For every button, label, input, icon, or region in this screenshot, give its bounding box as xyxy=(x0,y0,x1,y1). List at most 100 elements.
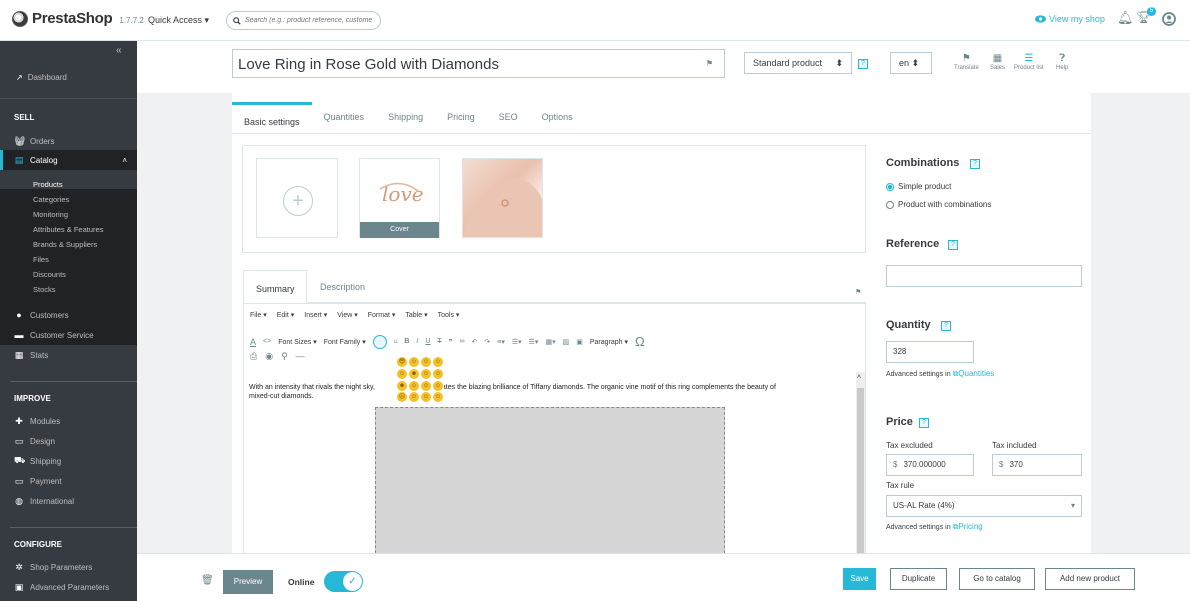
sidebar-item-design[interactable]: ▭ Design xyxy=(0,431,137,451)
paragraph-dropdown[interactable]: Paragraph ▾ xyxy=(590,338,628,346)
emoji-picker[interactable]: 😎︎ ☺︎ ☺︎ ☺︎ ☺︎ ☻ ☺︎ ☺︎ ☻ ☺︎ ☺︎ ☺︎ ☹︎ ☺︎ ☺︎ ☺︎ xyxy=(396,356,444,404)
emoji-smile[interactable]: ☺︎ xyxy=(421,357,431,367)
online-toggle[interactable]: ✓ xyxy=(324,571,363,592)
blockquote-icon[interactable]: ❞ xyxy=(449,338,453,346)
strikethrough-icon[interactable]: T xyxy=(437,338,441,345)
sidebar-subitem-products[interactable]: Products xyxy=(33,180,63,189)
media-icon[interactable]: ▣ xyxy=(576,338,583,346)
tax-rule-select[interactable]: US-AL Rate (4%) ▾ xyxy=(886,495,1082,517)
radio-simple-product[interactable]: Simple product xyxy=(886,182,951,191)
emoji-smile[interactable]: ☺︎ xyxy=(421,368,431,379)
search-input[interactable] xyxy=(245,17,375,24)
tab-pricing[interactable]: Pricing xyxy=(435,102,487,132)
emoji-smile[interactable]: ☺︎ xyxy=(409,392,419,403)
help-icon[interactable]: ? xyxy=(948,240,958,250)
preview-icon[interactable]: ◉ xyxy=(265,351,273,362)
pricing-link[interactable]: ⧉Pricing xyxy=(953,522,983,531)
product-list-button[interactable]: ☰ Product list xyxy=(1014,53,1044,71)
price-tax-excluded-input[interactable]: $370.000000 xyxy=(886,454,974,476)
sidebar-subitem-stocks[interactable]: Stocks xyxy=(33,285,56,294)
emoji-wink[interactable]: ☺︎ xyxy=(409,380,419,391)
search-box[interactable] xyxy=(226,11,381,30)
add-image-icon[interactable]: + xyxy=(283,186,313,216)
tab-quantities[interactable]: Quantities xyxy=(312,102,377,132)
emoji-tongue[interactable]: ☺︎ xyxy=(433,380,443,391)
sidebar-subitem-files[interactable]: Files xyxy=(33,255,49,264)
bell-icon[interactable]: 🔔︎ xyxy=(1117,10,1134,26)
find-replace-icon[interactable]: ⚲ xyxy=(281,351,288,362)
text-color-icon[interactable]: A xyxy=(250,337,256,347)
special-character-icon[interactable]: Ω xyxy=(635,334,645,349)
tab-shipping[interactable]: Shipping xyxy=(376,102,435,132)
emoji-happy[interactable]: ☺︎ xyxy=(433,392,443,403)
translate-flag-icon[interactable]: ⚑ xyxy=(706,59,713,68)
sidebar-item-modules[interactable]: ✚ Modules xyxy=(0,411,137,431)
tab-description[interactable]: Description xyxy=(320,282,365,292)
bold-icon[interactable]: B xyxy=(404,338,409,345)
help-icon[interactable]: ? xyxy=(919,418,929,428)
source-code-icon[interactable]: <> xyxy=(263,338,271,345)
emoji-laugh[interactable]: ☻ xyxy=(397,380,407,391)
sidebar-item-shipping[interactable]: ⛟ Shipping xyxy=(0,451,137,471)
product-type-select[interactable]: Standard product ⬍ xyxy=(744,52,852,74)
editor-content[interactable]: With an intensity that rivals the night … xyxy=(249,383,849,401)
menu-view[interactable]: View ▾ xyxy=(337,311,358,319)
sidebar-subitem-monitoring[interactable]: Monitoring xyxy=(33,210,68,219)
add-new-product-button[interactable]: Add new product xyxy=(1045,568,1135,590)
sidebar-item-shop-parameters[interactable]: ✲ Shop Parameters xyxy=(0,557,137,577)
emoji-smile[interactable]: ☺︎ xyxy=(421,392,431,403)
emoji-smile[interactable]: ☺︎ xyxy=(433,357,443,367)
price-tax-included-input[interactable]: $370 xyxy=(992,454,1082,476)
language-select[interactable]: en ⬍ xyxy=(890,52,932,74)
duplicate-button[interactable]: Duplicate xyxy=(890,568,947,590)
emoticons-icon[interactable] xyxy=(372,334,387,349)
emoji-surprised[interactable]: ☺︎ xyxy=(421,380,431,391)
table-icon[interactable]: ▦▾ xyxy=(545,338,555,346)
preview-button[interactable]: Preview xyxy=(223,570,273,594)
help-icon[interactable]: ? xyxy=(941,321,951,331)
emoji-sad[interactable]: ☹︎ xyxy=(397,392,407,403)
image-icon[interactable]: ▨ xyxy=(563,338,570,346)
sidebar-item-dashboard[interactable]: ↗ Dashboard xyxy=(0,57,137,99)
view-my-shop-link[interactable]: View my shop xyxy=(1035,14,1105,24)
sidebar-item-catalog[interactable]: ▤ Catalog ˄ xyxy=(0,150,137,170)
menu-edit[interactable]: Edit ▾ xyxy=(277,311,295,319)
product-name-input[interactable]: Love Ring in Rose Gold with Diamonds ⚑ xyxy=(232,49,725,78)
editor-scrollbar[interactable]: ˄ xyxy=(856,372,865,563)
quick-access-dropdown[interactable]: Quick Access ▾ xyxy=(148,15,209,26)
menu-file[interactable]: File ▾ xyxy=(250,311,267,319)
collapse-sidebar-icon[interactable]: « xyxy=(116,45,122,56)
emoji-smile[interactable]: ☺︎ xyxy=(433,368,443,379)
translate-button[interactable]: ⚑ Translate xyxy=(954,53,979,71)
sidebar-item-customers[interactable]: ● Customers xyxy=(0,305,137,325)
sidebar-subitem-discounts[interactable]: Discounts xyxy=(33,270,66,279)
sales-button[interactable]: ▦ Sales xyxy=(990,53,1005,71)
emoji-cool[interactable]: 😎︎ xyxy=(397,357,407,367)
tab-basic-settings[interactable]: Basic settings xyxy=(232,102,312,132)
sidebar-item-advanced-parameters[interactable]: ▣ Advanced Parameters xyxy=(0,577,137,597)
help-button[interactable]: ❓︎ Help xyxy=(1056,53,1068,71)
sidebar-item-customer-service[interactable]: ▬ Customer Service xyxy=(0,325,137,345)
sidebar-subitem-brands[interactable]: Brands & Suppliers xyxy=(33,240,97,249)
user-avatar-icon[interactable] xyxy=(1162,12,1176,26)
font-sizes-dropdown[interactable]: Font Sizes ▾ xyxy=(278,338,317,346)
sidebar-item-stats[interactable]: ▦ Stats xyxy=(0,345,137,365)
sidebar-item-international[interactable]: ◍ International xyxy=(0,491,137,511)
help-icon[interactable]: ? xyxy=(858,59,868,69)
underline-icon[interactable]: U xyxy=(425,338,430,345)
emoji-neutral[interactable]: ☺︎ xyxy=(397,368,407,379)
emoji-devil[interactable]: ☻ xyxy=(409,368,419,379)
scroll-up-icon[interactable]: ˄ xyxy=(857,374,861,381)
horizontal-line-icon[interactable]: — xyxy=(296,351,305,362)
emoji-smile[interactable]: ☺︎ xyxy=(409,357,419,367)
reference-input[interactable] xyxy=(886,265,1082,287)
radio-product-with-combinations[interactable]: Product with combinations xyxy=(886,200,991,209)
sidebar-item-orders[interactable]: 🧺︎ Orders xyxy=(0,131,137,151)
bullet-list-icon[interactable]: ☰▾ xyxy=(512,338,522,346)
tab-options[interactable]: Options xyxy=(530,102,585,132)
redo-icon[interactable]: ↷ xyxy=(484,338,490,346)
sidebar-item-payment[interactable]: ▭ Payment xyxy=(0,471,137,491)
bookmark-icon[interactable]: ⌑ xyxy=(394,338,398,346)
sidebar-subitem-attributes[interactable]: Attributes & Features xyxy=(33,225,103,234)
delete-icon[interactable]: 🗑︎ xyxy=(201,575,214,586)
